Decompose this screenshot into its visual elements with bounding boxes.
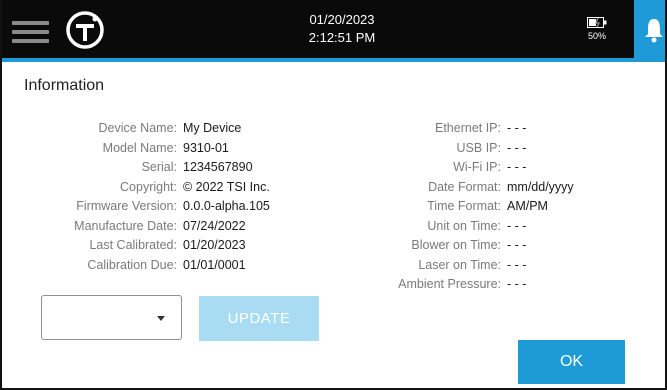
date-time-display: 01/20/2023 2:12:51 PM [282,11,402,47]
info-row-serial: Serial: 1234567890 [48,158,270,178]
info-row-usb-ip: USB IP: - - - [386,139,574,159]
info-row-time-format: Time Format: AM/PM [386,197,574,217]
info-label: Serial: [141,160,177,174]
info-value: - - - [507,121,527,135]
page-title: Information [24,77,105,94]
tsi-logo-icon [66,11,104,49]
info-label: Wi-Fi IP: [453,160,501,174]
info-row-date-format: Date Format: mm/dd/yyyy [386,178,574,198]
info-label: Time Format: [427,199,501,213]
info-label: Blower on Time: [411,238,501,252]
info-label: Unit on Time: [427,218,501,233]
info-value: 0.0.0-alpha.105 [183,199,270,213]
info-value: AM/PM [507,199,548,213]
info-label: Ethernet IP: [434,121,501,135]
device-info-list: Device Name: My Device Model Name: 9310-01… [48,119,270,275]
info-value: - - - [507,160,527,174]
info-row-firmware-version: Firmware Version: 0.0.0-alpha.105 [48,197,270,217]
date-text: 01/20/2023 [309,12,375,27]
caret-down-icon [157,316,165,321]
info-row-ambient-pressure: Ambient Pressure: - - - [386,275,574,295]
info-label: Model Name: [102,140,177,155]
info-row-blower-on-time: Blower on Time: - - - [386,236,574,256]
info-label: Last Calibrated: [89,238,177,252]
info-value: © 2022 TSI Inc. [183,179,270,194]
battery-status: 50% [580,17,614,41]
info-row-unit-on-time: Unit on Time: - - - [386,217,574,237]
time-text: 2:12:51 PM [308,30,376,45]
info-row-manufacture-date: Manufacture Date: 07/24/2022 [48,217,270,237]
info-value: 1234567890 [183,160,253,174]
info-label: Firmware Version: [76,199,177,213]
info-label: Copyright: [120,179,177,194]
info-value: - - - [507,140,527,155]
info-value: - - - [507,277,527,291]
info-row-model-name: Model Name: 9310-01 [48,139,270,159]
info-row-laser-on-time: Laser on Time: - - - [386,256,574,276]
battery-charging-icon [587,17,607,28]
information-screen: 01/20/2023 2:12:51 PM 50% Information De… [0,0,667,390]
info-value: My Device [183,121,242,135]
battery-level-text: 50% [587,31,606,41]
notification-button[interactable] [634,0,665,58]
info-value: 01/01/0001 [183,257,246,272]
info-label: Calibration Due: [87,257,177,272]
info-label: Ambient Pressure: [398,277,501,291]
info-value: mm/dd/yyyy [507,179,574,194]
top-bar: 01/20/2023 2:12:51 PM 50% [2,0,665,62]
info-row-calibration-due: Calibration Due: 01/01/0001 [48,256,270,276]
bell-icon [645,19,663,43]
info-label: Date Format: [428,179,501,194]
info-value: - - - [507,218,527,233]
info-label: Manufacture Date: [74,218,177,233]
update-button[interactable]: UPDATE [199,296,319,341]
info-label: USB IP: [456,140,501,155]
info-row-last-calibrated: Last Calibrated: 01/20/2023 [48,236,270,256]
info-label: Laser on Time: [418,257,501,272]
info-row-copyright: Copyright: © 2022 TSI Inc. [48,178,270,198]
ok-button[interactable]: OK [518,340,625,384]
info-row-wifi-ip: Wi-Fi IP: - - - [386,158,574,178]
info-value: 01/20/2023 [183,238,246,252]
hamburger-menu-icon[interactable] [12,17,49,45]
info-value: - - - [507,257,527,272]
info-row-device-name: Device Name: My Device [48,119,270,139]
info-row-ethernet-ip: Ethernet IP: - - - [386,119,574,139]
network-info-list: Ethernet IP: - - - USB IP: - - - Wi-Fi IP:… [386,119,574,295]
firmware-dropdown[interactable] [41,295,182,340]
info-value: 9310-01 [183,140,229,155]
info-value: - - - [507,238,527,252]
info-value: 07/24/2022 [183,218,246,233]
info-label: Device Name: [98,121,178,135]
